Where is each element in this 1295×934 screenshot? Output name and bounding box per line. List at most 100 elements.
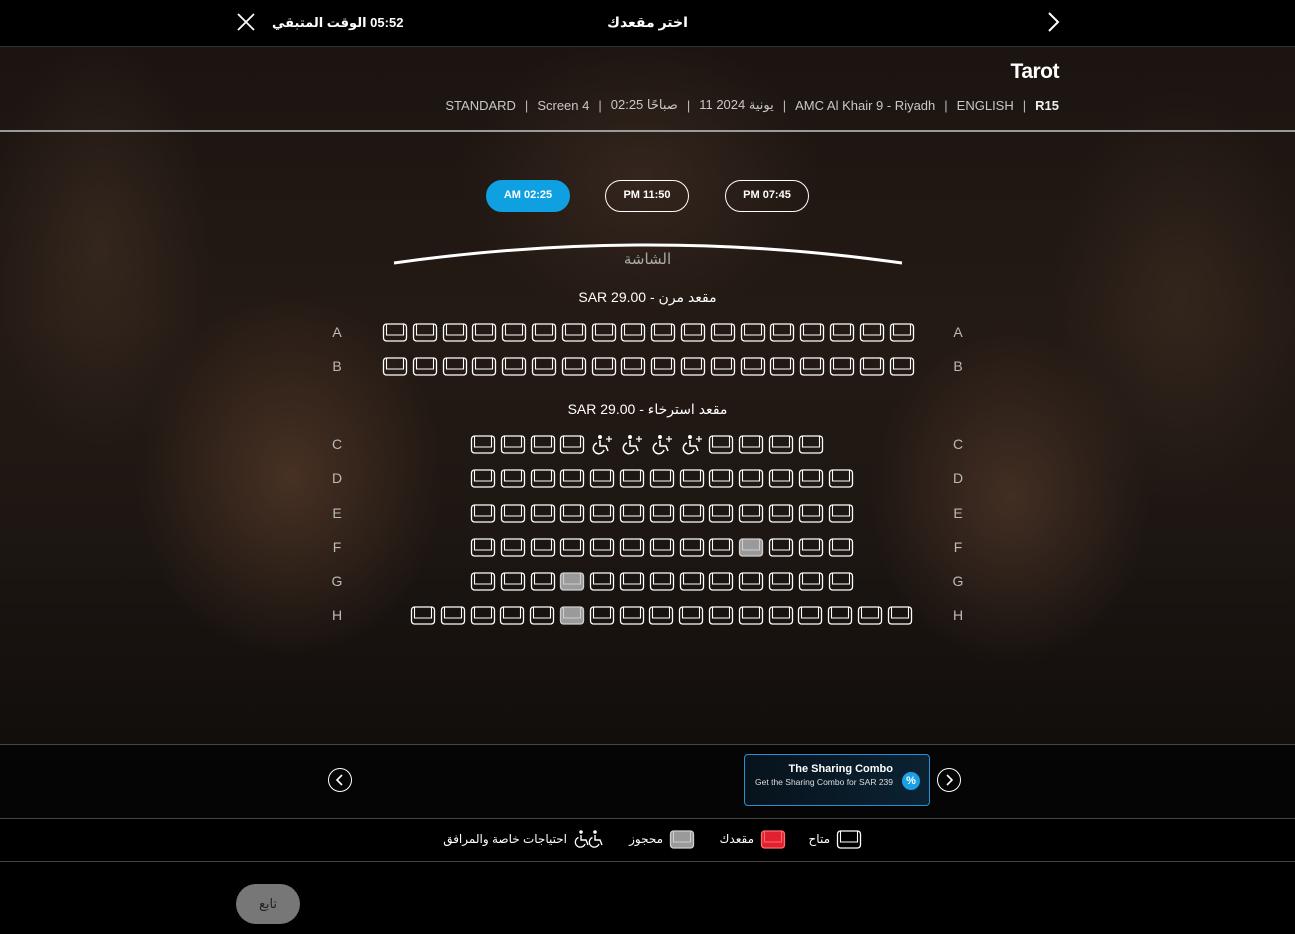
seat[interactable] [559,467,585,489]
seat[interactable] [500,570,526,592]
seat[interactable] [589,570,615,592]
seat[interactable] [738,502,764,524]
seat[interactable] [382,321,408,343]
seat[interactable] [412,321,438,343]
seat[interactable] [649,502,675,524]
seat[interactable] [769,321,795,343]
seat[interactable] [889,321,915,343]
carousel-next-button[interactable] [937,768,961,792]
seat[interactable] [530,502,556,524]
seat[interactable] [829,321,855,343]
seat[interactable] [500,467,526,489]
seat[interactable] [561,355,587,377]
seat[interactable] [620,321,646,343]
seat[interactable] [887,604,913,626]
seat[interactable] [649,467,675,489]
seat[interactable] [530,536,556,558]
seat[interactable] [501,321,527,343]
seat[interactable] [470,433,496,455]
seat[interactable] [738,467,764,489]
seat[interactable] [382,355,408,377]
seat[interactable] [679,536,705,558]
seat[interactable] [710,355,736,377]
seat[interactable] [768,502,794,524]
seat[interactable] [559,536,585,558]
seat[interactable] [859,355,885,377]
seat[interactable] [768,604,794,626]
seat[interactable] [708,433,734,455]
seat[interactable] [829,355,855,377]
seat[interactable] [619,502,645,524]
seat[interactable] [708,502,734,524]
seat[interactable] [619,467,645,489]
seat[interactable] [619,536,645,558]
seat[interactable] [589,604,615,626]
seat[interactable] [799,355,825,377]
seat[interactable] [708,570,734,592]
carousel-prev-button[interactable] [328,768,352,792]
seat[interactable] [442,321,468,343]
seat[interactable] [589,502,615,524]
seat[interactable] [589,467,615,489]
seat[interactable] [738,604,764,626]
seat[interactable] [768,467,794,489]
continue-button[interactable]: تابع [236,884,300,924]
seat[interactable] [768,433,794,455]
seat[interactable] [710,321,736,343]
seat[interactable] [828,467,854,489]
seat[interactable] [619,604,645,626]
wheelchair-seat[interactable] [649,433,675,455]
seat[interactable] [470,536,496,558]
seat[interactable] [440,604,466,626]
seat[interactable] [799,321,825,343]
seat[interactable] [529,604,555,626]
seat[interactable] [410,604,436,626]
seat[interactable] [678,604,704,626]
seat[interactable] [501,355,527,377]
seat[interactable] [530,433,556,455]
seat[interactable] [559,502,585,524]
seat[interactable] [591,355,617,377]
seat[interactable] [650,355,676,377]
seat[interactable] [708,467,734,489]
seat[interactable] [738,570,764,592]
seat[interactable] [500,502,526,524]
seat[interactable] [679,467,705,489]
seat[interactable] [798,502,824,524]
seat[interactable] [470,467,496,489]
seat[interactable] [738,433,764,455]
seat[interactable] [889,355,915,377]
seat[interactable] [531,355,557,377]
seat[interactable] [768,570,794,592]
seat[interactable] [620,355,646,377]
seat[interactable] [412,355,438,377]
seat[interactable] [740,355,766,377]
seat[interactable] [650,321,676,343]
seat[interactable] [471,355,497,377]
seat[interactable] [679,570,705,592]
chevron-right-icon[interactable] [1042,10,1066,34]
seat[interactable] [798,433,824,455]
seat[interactable] [499,604,525,626]
seat[interactable] [859,321,885,343]
showtime-button[interactable]: AM 02:25 [486,180,570,212]
seat[interactable] [797,604,823,626]
wheelchair-seat[interactable] [679,433,705,455]
seat[interactable] [530,570,556,592]
seat[interactable] [648,604,674,626]
seat[interactable] [649,570,675,592]
wheelchair-seat[interactable] [619,433,645,455]
seat[interactable] [768,536,794,558]
seat[interactable] [470,570,496,592]
seat[interactable] [619,570,645,592]
seat[interactable] [827,604,853,626]
seat[interactable] [708,604,734,626]
seat[interactable] [591,321,617,343]
seat[interactable] [530,467,556,489]
seat[interactable] [828,536,854,558]
seat[interactable] [500,536,526,558]
seat[interactable] [798,570,824,592]
seat[interactable] [500,433,526,455]
seat[interactable] [531,321,557,343]
seat[interactable] [798,467,824,489]
